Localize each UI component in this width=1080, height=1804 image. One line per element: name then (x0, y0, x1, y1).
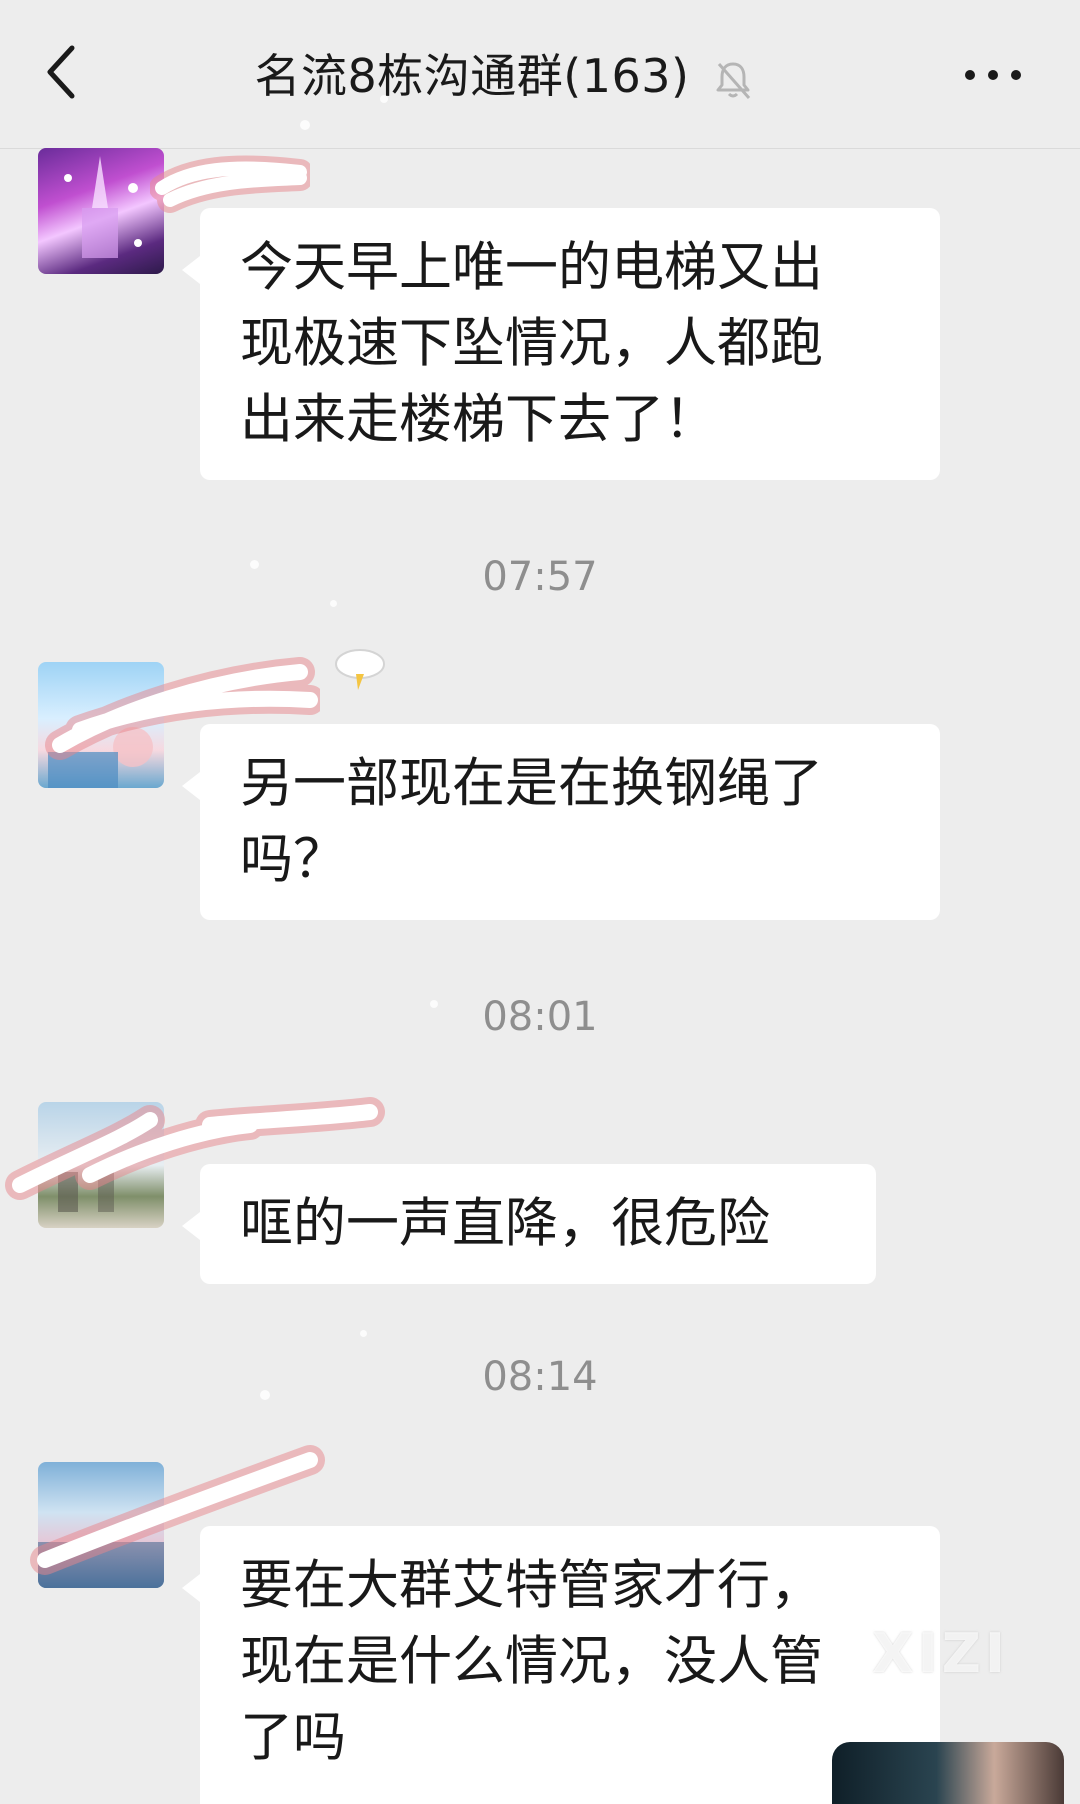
more-dots-icon (965, 70, 1021, 80)
group-title-text: 名流8栋沟通群(163) (254, 49, 690, 103)
message-bubble[interactable]: 哐的一声直降，很危险 (182, 1164, 876, 1284)
avatar[interactable] (38, 148, 164, 274)
timestamp: 08:14 (482, 1354, 598, 1400)
message-line: 今天早上唯一的电梯又出 (240, 237, 823, 298)
message-line: 吗？ (240, 829, 346, 890)
message-line: 要在大群艾特管家才行， (240, 1555, 823, 1616)
sparkle-decoration (360, 1330, 367, 1337)
message-line: 出来走楼梯下去了！ (240, 389, 717, 450)
message-bubble[interactable]: 要在大群艾特管家才行， 现在是什么情况，没人管 了吗 (182, 1526, 940, 1804)
bell-off-icon (711, 58, 755, 102)
message-line: 现极速下坠情况，人都跑 (240, 313, 823, 374)
floating-video-window[interactable] (832, 1742, 1064, 1804)
message-line: 现在是什么情况，没人管 (240, 1631, 823, 1692)
timestamp: 08:01 (482, 994, 598, 1040)
sparkle-decoration (330, 600, 337, 607)
message-bubble[interactable]: 另一部现在是在换钢绳了 吗？ (182, 724, 940, 920)
more-options-button[interactable] (958, 55, 1028, 95)
message-bubble[interactable]: 今天早上唯一的电梯又出 现极速下坠情况，人都跑 出来走楼梯下去了！ (182, 208, 940, 480)
message-line: 另一部现在是在换钢绳了 (240, 753, 823, 814)
chat-header: 名流8栋沟通群(163) (0, 0, 1080, 149)
message-line: 哐的一声直降，很危险 (240, 1193, 770, 1254)
watermark-logo: XIZI (872, 1622, 1009, 1685)
message-line: 了吗 (240, 1707, 346, 1768)
weather-emoji-icon (335, 649, 385, 690)
timestamp: 07:57 (482, 554, 598, 600)
group-title: 名流8栋沟通群(163) (0, 40, 1010, 106)
